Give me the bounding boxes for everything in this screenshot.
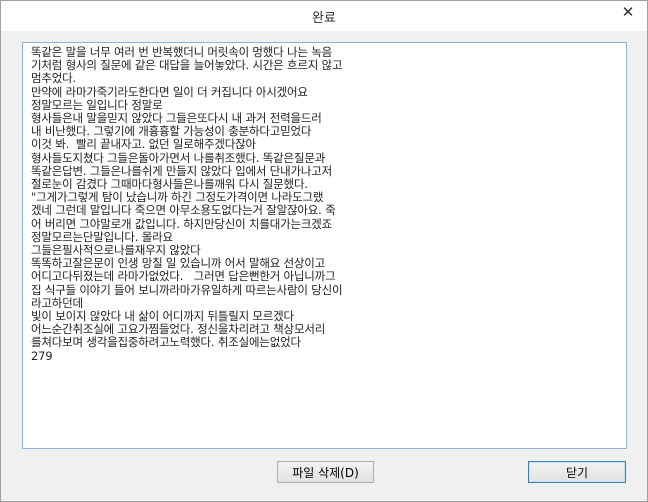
result-text-area[interactable]: 똑같은 말을 너무 여러 번 반복했더니 머릿속이 멍했다 나는 녹음 기처럼 형… (22, 42, 627, 449)
title-bar: 완료 ✕ (1, 1, 647, 31)
text-line: 이것 봐. 빨리 끝내자고. 없던 일로해주겠다잖아 (31, 137, 256, 152)
text-line: 어 버리면 그야말로개 값입니다. 하지만당신이 치를대가는크겠죠 (31, 216, 332, 231)
delete-file-button[interactable]: 파일 삭제(D) (277, 461, 374, 483)
result-text: 똑같은 말을 너무 여러 번 반복했더니 머릿속이 멍했다 나는 녹음 기처럼 형… (31, 45, 618, 363)
text-line: 어디고다뒤졌는데 라마가없었다. 그러면 답은뻔한거 아닙니까그 (31, 269, 336, 284)
text-line: 만약에 라마가죽기라도한다면 일이 더 커집니다 아시겠어요 (31, 84, 308, 99)
text-line: 멈추었다. (31, 71, 76, 86)
dialog-window: 완료 ✕ 똑같은 말을 너무 여러 번 반복했더니 머릿속이 멍했다 나는 녹음… (0, 0, 648, 502)
window-title: 완료 (312, 11, 336, 26)
close-button[interactable]: 닫기 (528, 461, 626, 483)
text-line: 기처럼 형사의 질문에 같은 대답을 늘어놓았다. 시간은 흐르지 않고 (31, 58, 343, 73)
text-line: 를쳐다보며 생각을집중하려고노력했다. 취조실에는없었다 (31, 335, 301, 350)
dialog-body: 똑같은 말을 너무 여러 번 반복했더니 머릿속이 멍했다 나는 녹음 기처럼 형… (8, 31, 640, 495)
text-line: 겠네 그런데 말입니다 죽으면 아무소용도없다는거 잘알잖아요. 죽 (31, 203, 336, 218)
text-line: 집 식구들 이야기 들어 보니까라마가유일하게 따르는사람이 당신이 (31, 282, 343, 297)
close-icon[interactable]: ✕ (613, 2, 643, 22)
text-line: 형사들도지쳤다 그들은돌아가면서 나를취조했다. 똑같은질문과 (31, 150, 326, 165)
text-line: 279 (31, 348, 53, 363)
